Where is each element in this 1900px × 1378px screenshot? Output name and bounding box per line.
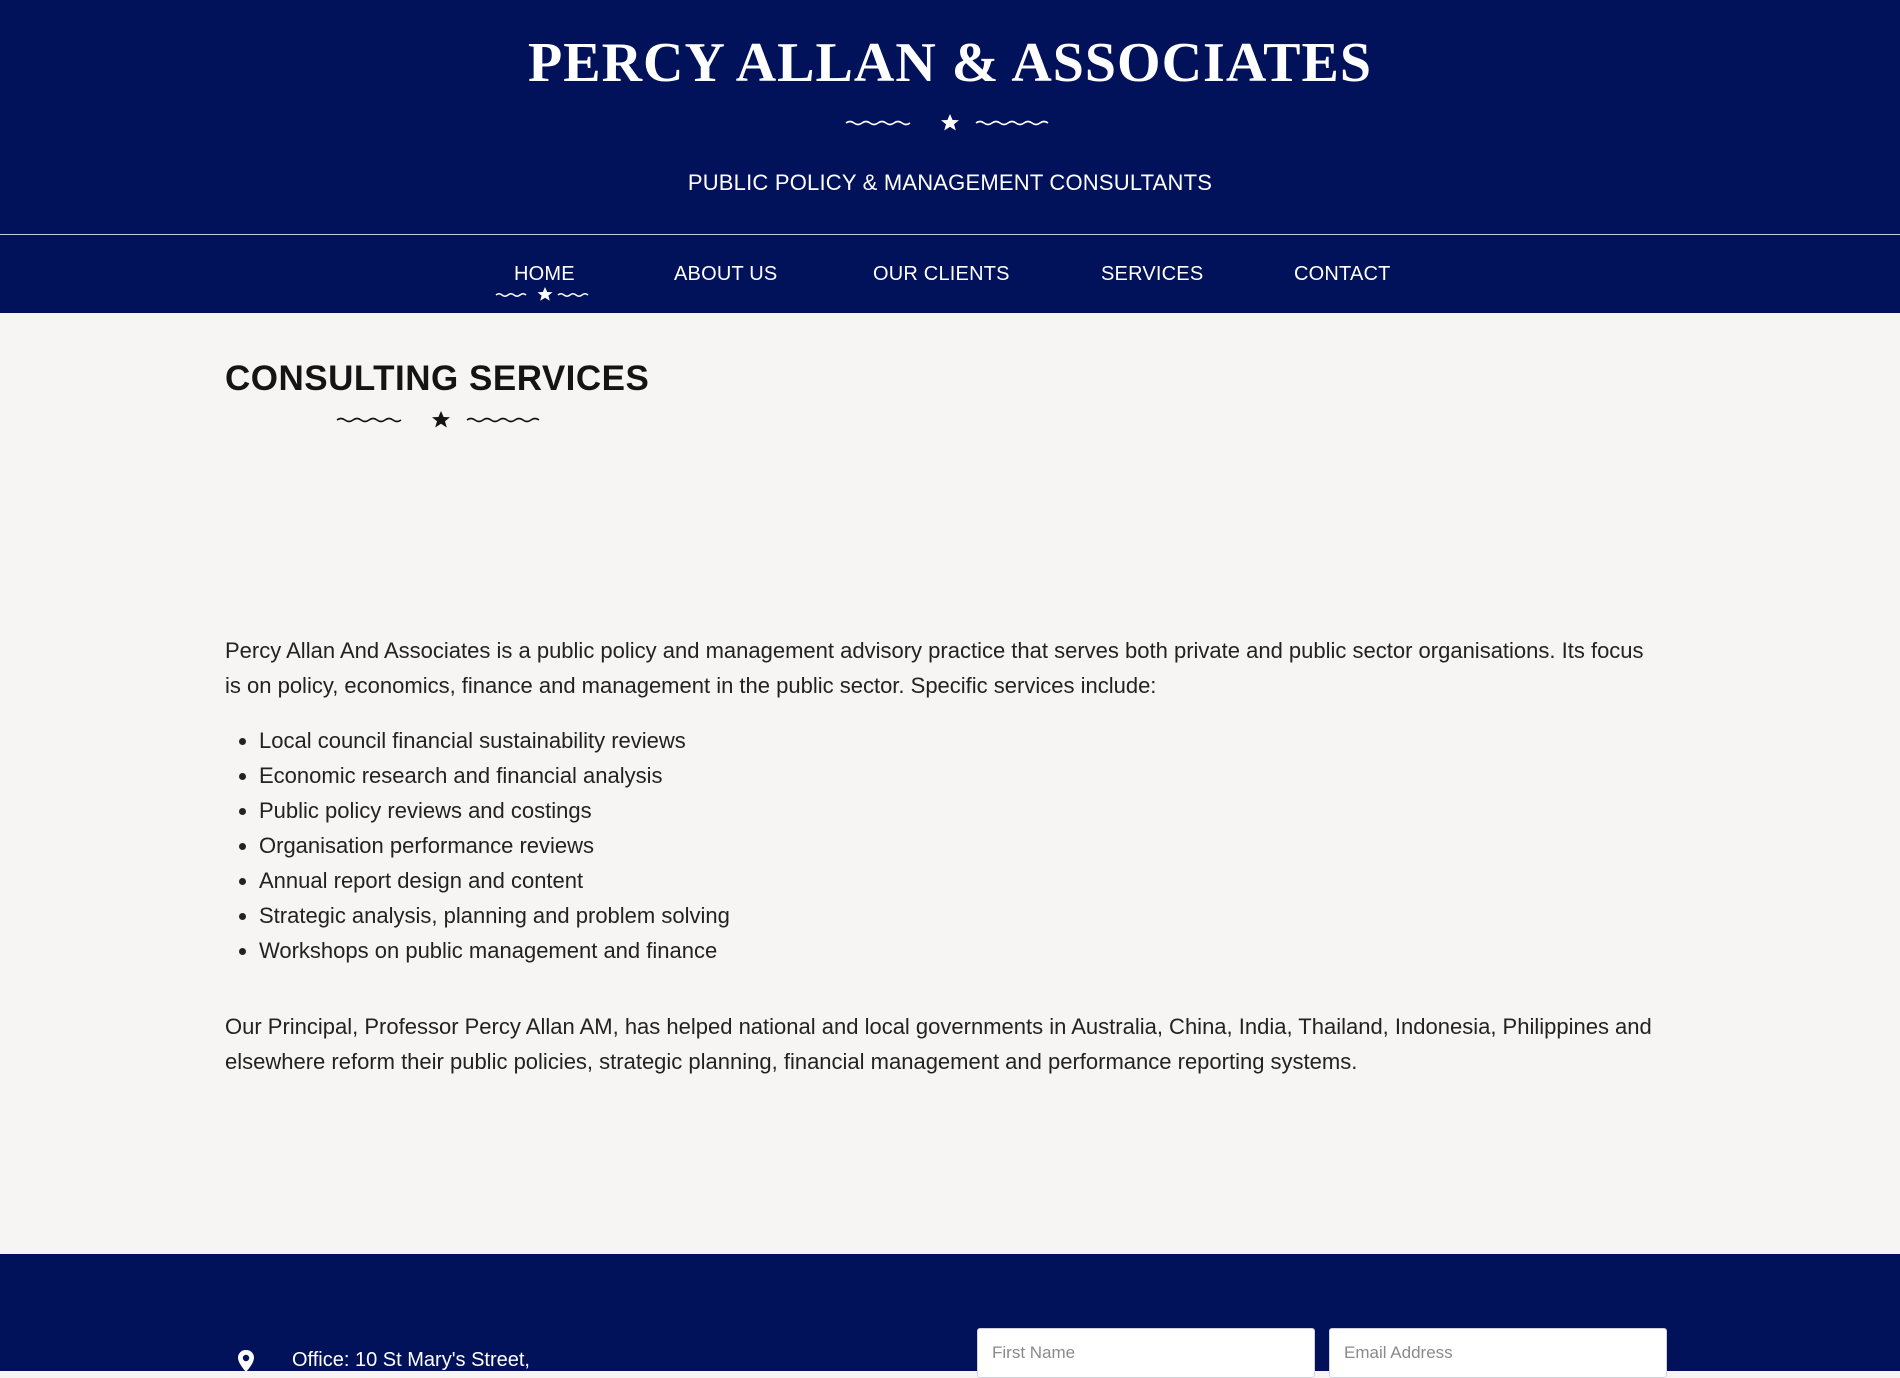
list-item: Annual report design and content bbox=[259, 863, 730, 898]
site-header: PERCY ALLAN & ASSOCIATES PUBLIC POLICY &… bbox=[0, 0, 1900, 234]
nav-services[interactable]: SERVICES bbox=[1101, 263, 1203, 286]
list-item: Economic research and financial analysis bbox=[259, 758, 730, 793]
list-item: Public policy reviews and costings bbox=[259, 793, 730, 828]
nav-contact[interactable]: CONTACT bbox=[1294, 263, 1391, 286]
tagline: PUBLIC POLICY & MANAGEMENT CONSULTANTS bbox=[687, 170, 1213, 195]
principal-paragraph: Our Principal, Professor Percy Allan AM,… bbox=[225, 1014, 1652, 1074]
active-nav-flourish-icon bbox=[495, 287, 589, 301]
page-title: CONSULTING SERVICES bbox=[225, 359, 650, 398]
list-item: Organisation performance reviews bbox=[259, 828, 730, 863]
map-pin-icon bbox=[238, 1350, 254, 1372]
list-item: Workshops on public management and finan… bbox=[259, 933, 730, 968]
office-address: Office: 10 St Mary's Street, bbox=[292, 1349, 530, 1371]
nav-home[interactable]: HOME bbox=[514, 263, 575, 286]
main-nav: HOME ABOUT US OUR CLIENTS SERVICES CONTA… bbox=[0, 234, 1900, 313]
site-title[interactable]: PERCY ALLAN & ASSOCIATES bbox=[0, 28, 1900, 98]
site-footer: Office: 10 St Mary's Street, bbox=[0, 1254, 1900, 1378]
star-flourish-icon bbox=[845, 114, 1049, 131]
list-item: Local council financial sustainability r… bbox=[259, 723, 730, 758]
nav-about-us[interactable]: ABOUT US bbox=[674, 263, 777, 286]
list-item: Strategic analysis, planning and problem… bbox=[259, 898, 730, 933]
nav-our-clients[interactable]: OUR CLIENTS bbox=[873, 263, 1010, 286]
star-flourish-icon bbox=[336, 411, 540, 428]
services-list: Local council financial sustainability r… bbox=[225, 723, 730, 968]
intro-paragraph: Percy Allan And Associates is a public p… bbox=[225, 638, 1644, 698]
